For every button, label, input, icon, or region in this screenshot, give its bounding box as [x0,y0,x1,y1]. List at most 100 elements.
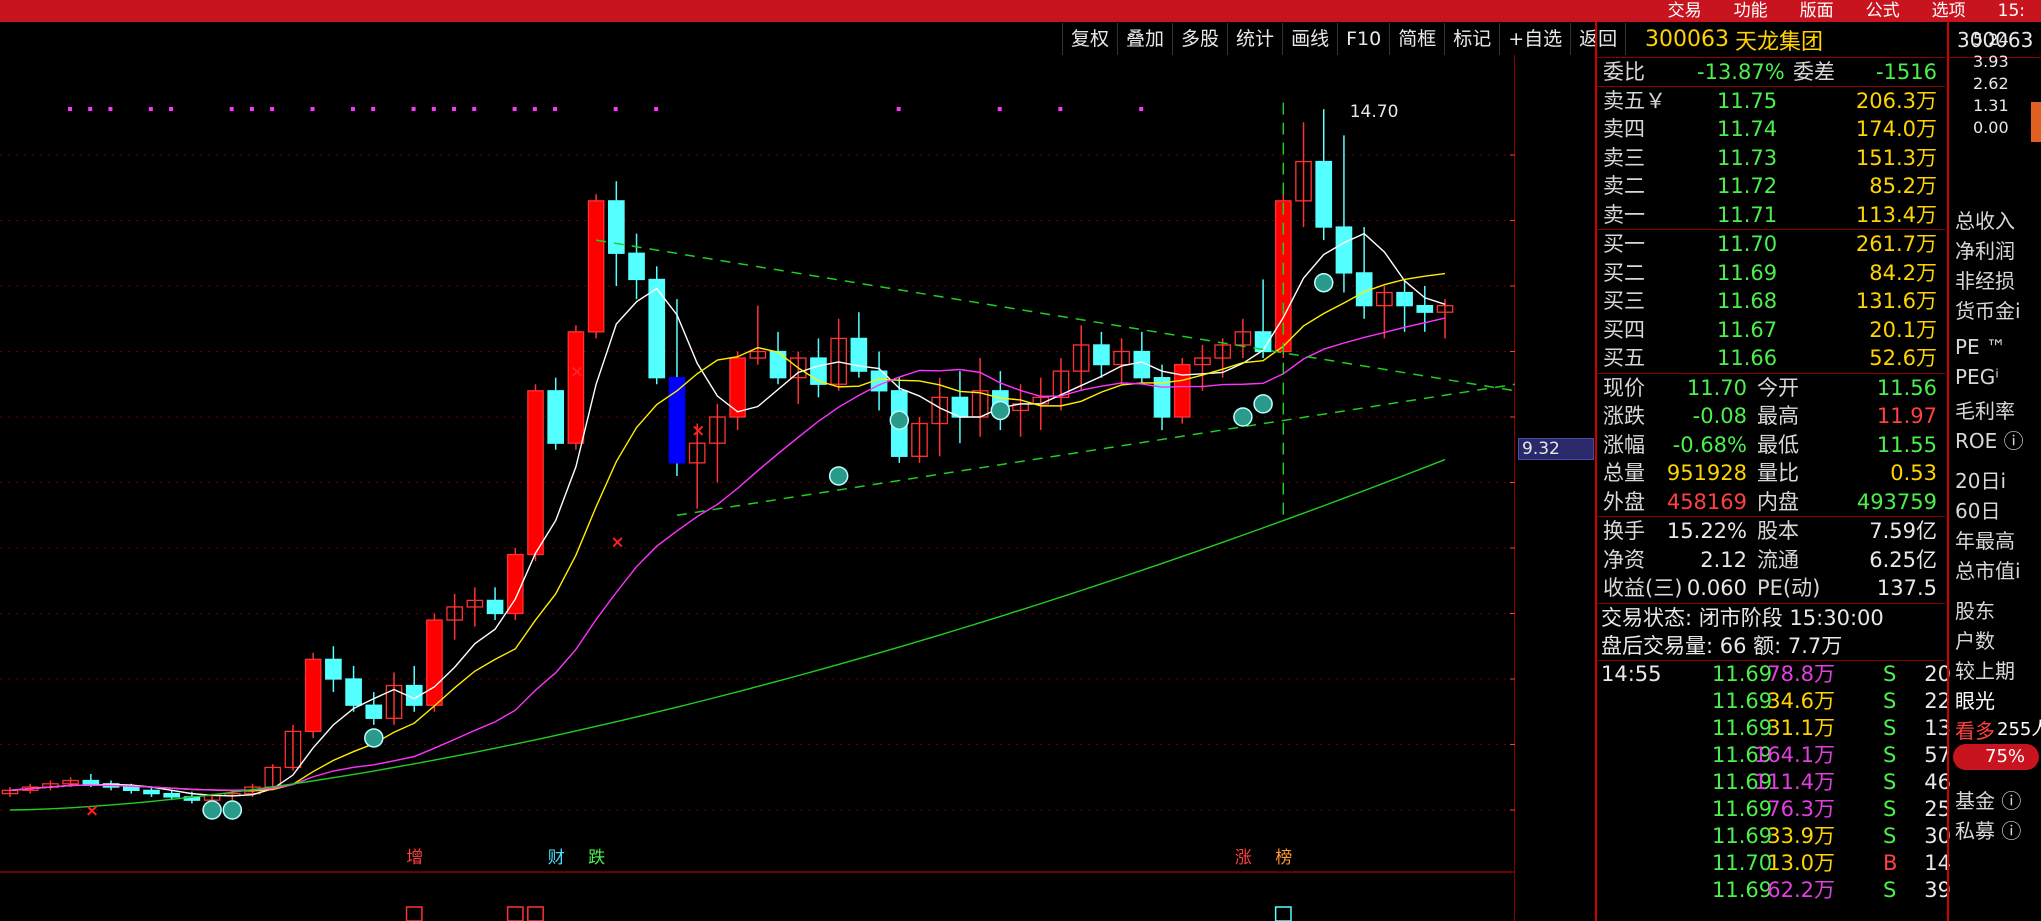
top-menu-item[interactable]: 交易 [1652,0,1718,22]
side-item[interactable]: 20日i [1955,465,2006,494]
signal-dot [896,107,901,111]
signal-circle [222,800,243,820]
side-item[interactable]: PE ™ [1955,335,2006,359]
toolbar-button[interactable]: 标记 [1445,23,1501,55]
bid-row-volume: 52.6万 [1869,346,1937,370]
tick-price: 11.69 [1712,796,1773,821]
top-menu-item[interactable]: 选项 [1916,0,1982,22]
signal-dot [532,107,537,111]
side-item[interactable]: 私募 ⓘ [1955,815,2021,844]
price-stats: 现价 11.70 今开 11.56 涨跌 -0.08 最高 11.97 涨幅 -0.68% 最低 11… [1597,374,1945,517]
side-item[interactable]: 看多 [1955,715,1995,744]
toolbar-button[interactable]: 多股 [1173,23,1229,55]
tick-side: S [1883,715,1897,740]
bid-row[interactable]: 买二 11.69 84.2万 [1597,259,1945,288]
stat-label: 外盘 [1603,489,1645,514]
stat-label: 总量 [1603,461,1645,485]
signal-dot [431,107,436,111]
bid-row[interactable]: 买一 11.70 261.7万 [1597,230,1945,259]
bid-row-volume: 131.6万 [1855,289,1937,313]
bid-row-volume: 20.1万 [1869,317,1937,342]
side-item[interactable]: 年最高 [1955,525,2015,554]
side-item[interactable]: 眼光 [1955,685,1995,714]
ma5-line [9,232,1446,797]
ask-row[interactable]: 卖四 11.74 174.0万 [1597,115,1945,144]
chart-toolbar: 复权 叠加 多股 统计 画线 F10 简框 标记 +自选 返回 [1062,23,1627,55]
side-item[interactable]: 基金 ⓘ [1955,785,2021,814]
event-marker: 榜 [1275,848,1292,868]
side-item[interactable]: 货币金i [1955,295,2021,324]
side-item[interactable]: 非经损 [1955,265,2015,294]
side-item[interactable]: 75% [1953,744,2039,770]
quote-header[interactable]: 300063 天龙集团 [1597,22,1945,58]
side-item[interactable]: 净利润 [1955,235,2015,264]
top-menu-item[interactable]: 版面 [1784,0,1850,22]
tick-volume: 62.2万 [1767,877,1835,902]
toolbar-button[interactable]: 画线 [1283,23,1339,55]
stat-label: 最低 [1757,432,1799,457]
side-item[interactable]: 较上期 [1955,655,2015,684]
ask-row[interactable]: 卖二 11.72 85.2万 [1597,172,1945,201]
stock-terminal-window: 交易 功能 版面 公式 选项 15: 复权 叠加 多股 统计 画线 F10 简框 标记 +自选 返回 14.… [0,0,2041,921]
fund-label: 收益(三) [1603,576,1683,600]
top-menu-item[interactable]: 公式 [1850,0,1916,22]
bid-row[interactable]: 买四 11.67 20.1万 [1597,316,1945,345]
fund-row: 净资 2.12 流通 6.25亿 [1597,546,1945,575]
signal-dot [169,107,174,111]
candle-body [1396,291,1413,307]
stat-label: 现价 [1603,375,1645,400]
kline-chart-svg: 14.0013.0012.0011.0010.009.008.007.006.0… [0,55,1515,921]
tick-list[interactable]: 14:55 11.69 78.8万 S 20 11.69 34.6万 S 22 11.69 31.1… [1597,661,1951,904]
toolbar-button[interactable]: 统计 [1228,23,1284,55]
toolbar-button[interactable]: 简框 [1390,23,1446,55]
ask-row-volume: 113.4万 [1855,202,1937,227]
trade-state-text: 交易状态: 闭市阶段 15:30:00 [1601,605,1884,630]
weicha-label: 委差 [1793,60,1835,84]
top-menu-item[interactable]: 15: [1982,0,2041,22]
quote-panel: 300063 天龙集团 委比 -13.87% 委差 -1516 卖五￥ 11.75… [1595,22,1951,921]
bid-row[interactable]: 买五 11.66 52.6万 [1597,344,1945,373]
side-item[interactable]: 股东 [1955,595,1995,624]
event-marker: 涨 [1235,848,1252,868]
stat-label: 量比 [1757,461,1799,485]
weibi-row: 委比 -13.87% 委差 -1516 [1597,58,1945,87]
event-marker: 增 [406,848,423,868]
top-menu: 交易 功能 版面 公式 选项 15: [1652,0,2041,22]
tick-price: 11.69 [1712,661,1773,686]
top-menu-item[interactable]: 功能 [1718,0,1784,22]
toolbar-button[interactable]: 复权 [1063,23,1119,55]
fund-value: 7.59亿 [1869,519,1937,543]
bid-row-label: 买五 [1603,346,1645,370]
ask-row[interactable]: 卖一 11.71 113.4万 [1597,201,1945,230]
side-item[interactable]: 毛利率 [1955,395,2015,424]
tick-row: 11.69 62.2万 S 39 [1597,877,1951,904]
tick-side: S [1883,796,1897,821]
stat-value: 11.56 [1876,375,1937,400]
side-item[interactable]: 255人 [1997,715,2041,741]
toolbar-button[interactable]: F10 [1338,23,1391,55]
toolbar-button[interactable]: +自选 [1500,23,1572,55]
weibi-label: 委比 [1603,60,1645,84]
bid-row-label: 买二 [1603,260,1645,285]
tick-side: S [1883,688,1897,713]
candle-body [486,599,504,615]
ask-row-volume: 174.0万 [1855,117,1937,141]
ask-row[interactable]: 卖三 11.73 151.3万 [1597,144,1945,173]
bid-row[interactable]: 买三 11.68 131.6万 [1597,287,1945,316]
side-item[interactable]: ROE ⓘ [1955,425,2024,454]
stat-row: 涨幅 -0.68% 最低 11.55 [1597,431,1945,460]
toolbar-button[interactable]: 叠加 [1118,23,1174,55]
current-price-badge: 9.32 [1518,438,1594,460]
side-item[interactable]: 总市值i [1955,555,2021,584]
side-item[interactable]: PEGⁱ [1955,365,1999,389]
side-item[interactable]: 总收入 [1955,205,2015,234]
tick-time: 14:55 [1601,661,1662,686]
signal-dot [108,107,113,111]
side-item[interactable]: 60日 [1955,495,2000,524]
ask-row-price: 11.71 [1717,202,1778,227]
ask-row[interactable]: 卖五￥ 11.75 206.3万 [1597,87,1945,116]
kline-chart[interactable]: 14.0013.0012.0011.0010.009.008.007.006.0… [0,55,1515,921]
ask-row-label: 卖五￥ [1603,88,1666,113]
side-item[interactable]: 户数 [1955,625,1995,654]
ma20-line [9,317,1446,792]
